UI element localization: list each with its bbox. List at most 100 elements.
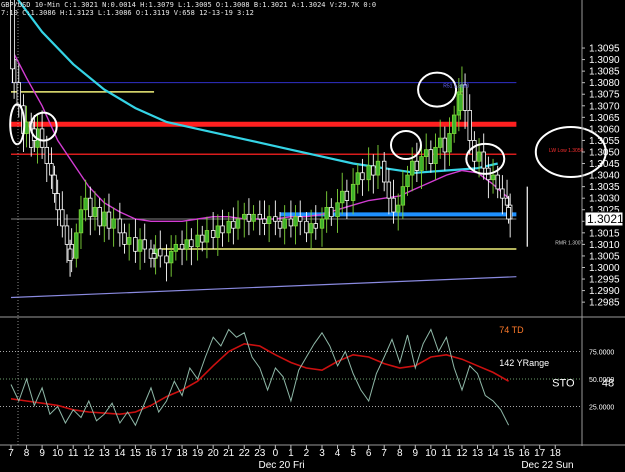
chart-background	[0, 0, 625, 472]
candle-body	[329, 207, 334, 218]
oscillator-tick-label: 25.0000	[589, 405, 614, 412]
candle-body	[350, 183, 356, 201]
candle-body	[506, 207, 512, 220]
candle-body	[490, 174, 496, 181]
price-tick-label: 1.2990	[589, 286, 620, 297]
candle-body	[447, 133, 452, 153]
candle-body	[340, 190, 345, 204]
time-tick-label: 3	[319, 448, 325, 459]
candle-body	[375, 160, 381, 176]
candle-body	[335, 202, 340, 218]
time-tick-label: 10	[425, 448, 437, 459]
candle-body	[391, 197, 396, 213]
time-tick-label: 7	[8, 448, 14, 459]
candle-body	[251, 213, 256, 222]
time-tick-label: 22	[239, 448, 251, 459]
candle-body	[481, 151, 486, 169]
candle-body	[288, 218, 294, 227]
candle-body	[467, 110, 472, 141]
candle-body	[266, 216, 272, 224]
candle-body	[242, 213, 247, 220]
price-tick-label: 1.3095	[589, 44, 620, 55]
candle-body	[220, 225, 225, 234]
candle-body	[168, 250, 174, 264]
price-tick-label: 1.3045	[589, 159, 620, 170]
candle-body	[235, 218, 241, 229]
candle-body	[304, 220, 309, 234]
candle-body	[204, 230, 210, 243]
candle-body	[400, 186, 406, 206]
stochastic-oscillator-price-chart: R51 1.3080LW Low 1.3050RMR 1.300774 TD14…	[0, 0, 625, 472]
candle-body	[52, 174, 57, 194]
candle-body	[451, 114, 457, 134]
candle-body	[386, 181, 392, 199]
price-tick-label: 1.3000	[589, 263, 620, 274]
time-tick-label: 23	[254, 448, 266, 459]
candle-body	[173, 243, 179, 252]
time-tick-label: 12	[456, 448, 468, 459]
time-tick-label: 20	[208, 448, 220, 459]
time-tick-label: 21	[223, 448, 235, 459]
price-tick-label: 1.3090	[589, 55, 620, 66]
candle-body	[88, 197, 93, 218]
time-tick-label: 18	[176, 448, 188, 459]
candle-body	[231, 220, 236, 229]
time-tick-label: 19	[192, 448, 204, 459]
candle-body	[133, 237, 138, 252]
candle-body	[226, 220, 231, 234]
candle-body	[179, 243, 185, 250]
price-tick-label: 1.3075	[589, 90, 620, 101]
candle-body	[117, 218, 123, 234]
time-tick-label: 11	[441, 448, 452, 459]
date-label-dec-22: Dec 22 Sun	[521, 460, 573, 471]
time-tick-label: 17	[534, 448, 546, 459]
price-tick-label: 1.3065	[589, 113, 620, 124]
candle-body	[395, 204, 401, 213]
price-tick-label: 1.2995	[589, 275, 620, 286]
candle-body	[324, 207, 329, 220]
candle-body	[246, 213, 252, 222]
oscillator-label: 74 TD	[499, 325, 524, 335]
candle-body	[293, 216, 298, 227]
candle-body	[67, 248, 73, 261]
candle-body	[257, 213, 262, 220]
price-annotation: RMR 1.3007	[555, 240, 583, 246]
price-tick-label: 1.3070	[589, 101, 620, 112]
candle-body	[419, 156, 424, 171]
time-tick-label: 16	[519, 448, 531, 459]
candle-body	[164, 255, 169, 264]
price-tick-label: 1.3055	[589, 136, 620, 147]
candle-body	[409, 160, 415, 176]
candle-body	[16, 82, 21, 107]
time-tick-label: 13	[99, 448, 111, 459]
time-tick-label: 5	[350, 448, 356, 459]
price-tick-label: 1.3035	[589, 182, 620, 193]
time-tick-label: 9	[413, 448, 419, 459]
time-tick-label: 17	[161, 448, 173, 459]
candle-body	[151, 253, 157, 259]
candle-body	[200, 234, 205, 243]
candle-body	[298, 216, 303, 222]
time-tick-label: 13	[472, 448, 484, 459]
oscillator-tick-label: 75.0000	[589, 350, 614, 357]
time-tick-label: 8	[397, 448, 403, 459]
candle-body	[262, 218, 267, 224]
time-tick-label: 16	[145, 448, 157, 459]
time-tick-label: 0	[273, 448, 279, 459]
time-tick-label: 14	[114, 448, 126, 459]
candle-body	[60, 209, 65, 227]
price-tick-label: 1.3005	[589, 251, 620, 262]
time-tick-label: 4	[335, 448, 341, 459]
time-tick-label: 11	[68, 448, 79, 459]
time-tick-label: 9	[39, 448, 45, 459]
time-tick-label: 1	[288, 448, 294, 459]
price-tick-label: 1.3015	[589, 228, 620, 239]
candle-body	[476, 151, 482, 162]
time-tick-label: 6	[366, 448, 372, 459]
candle-body	[24, 121, 29, 134]
time-tick-label: 7	[381, 448, 387, 459]
price-tick-label: 1.3060	[589, 124, 620, 135]
candle-body	[277, 220, 283, 229]
candle-body	[366, 165, 371, 181]
candle-body	[92, 207, 98, 218]
